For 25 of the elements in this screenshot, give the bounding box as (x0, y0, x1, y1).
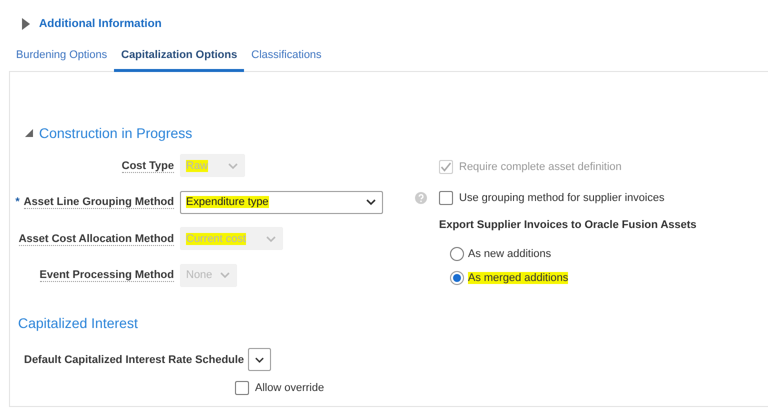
section-title[interactable]: Additional Information (39, 18, 162, 30)
section-heading: Capitalized Interest (18, 315, 139, 331)
radio-button[interactable] (450, 247, 464, 261)
radio-label: As merged additions (468, 272, 568, 284)
radio-button[interactable] (450, 271, 464, 285)
checkbox[interactable] (235, 381, 249, 395)
dropdown[interactable] (248, 348, 272, 371)
section-heading: Construction in Progress (39, 125, 192, 141)
field-label: Default Capitalized Interest Rate Schedule (24, 354, 244, 366)
tab[interactable]: Classifications (244, 44, 329, 72)
field-label: Asset Cost Allocation Method (18, 232, 174, 246)
checkbox[interactable] (439, 190, 453, 204)
group-label: Export Supplier Invoices to Oracle Fusion Assets (439, 219, 697, 231)
field-label: Event Processing Method (40, 269, 174, 282)
required-mark: * (15, 196, 20, 208)
field-label: Cost Type (122, 160, 174, 173)
dropdown[interactable]: Expenditure type (180, 190, 383, 214)
tab[interactable]: Burdening Options (9, 44, 114, 72)
radio-label: As new additions (468, 248, 552, 260)
field-label: Asset Line Grouping Method (24, 196, 174, 210)
tab[interactable]: Capitalization Options (114, 44, 244, 72)
checkbox-label: Require complete asset definition (459, 160, 622, 172)
help-icon (415, 192, 427, 204)
checkbox-label: Allow override (255, 382, 324, 394)
checkbox-label: Use grouping method for supplier invoices (459, 192, 664, 204)
